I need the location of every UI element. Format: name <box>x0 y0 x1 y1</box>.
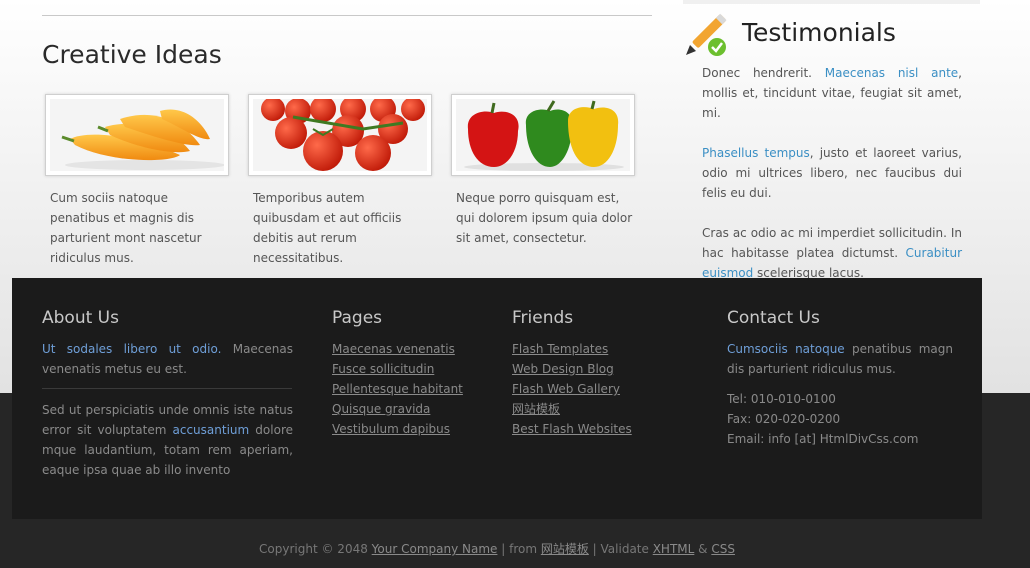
list-item: 网站模板 <box>512 399 632 419</box>
pencil-check-icon <box>686 13 727 56</box>
list-item: Best Flash Websites <box>512 419 632 439</box>
list-item: Web Design Blog <box>512 359 632 379</box>
copyright-bar: Copyright © 2048 Your Company Name | fro… <box>259 542 735 556</box>
list-item: Maecenas venenatis <box>332 339 463 359</box>
friends-link-3[interactable]: Flash Web Gallery <box>512 382 620 396</box>
list-item: Pellentesque habitant <box>332 379 463 399</box>
about-divider <box>42 388 292 389</box>
friends-link-1[interactable]: Flash Templates <box>512 342 608 356</box>
testimonial-link-2[interactable]: Phasellus tempus <box>702 146 810 160</box>
company-name-link[interactable]: Your Company Name <box>372 542 498 556</box>
creative-ideas-title: Creative Ideas <box>42 40 222 69</box>
list-item: Fusce sollicitudin <box>332 359 463 379</box>
pages-link-2[interactable]: Fusce sollicitudin <box>332 362 434 376</box>
testimonial-link-1[interactable]: Maecenas nisl ante <box>825 66 958 80</box>
bell-peppers-photo[interactable] <box>451 94 635 176</box>
list-item: Vestibulum dapibus <box>332 419 463 439</box>
xhtml-link[interactable]: XHTML <box>653 542 695 556</box>
list-item: Flash Web Gallery <box>512 379 632 399</box>
testimonial-3: Cras ac odio ac mi imperdiet sollicitudi… <box>702 226 962 280</box>
testimonial-2: Phasellus tempus, justo et laoreet variu… <box>702 146 963 200</box>
testimonials-title: Testimonials <box>742 18 896 47</box>
list-item: Quisque gravida <box>332 399 463 419</box>
pages-link-4[interactable]: Quisque gravida <box>332 402 430 416</box>
about-us-title: About Us <box>42 308 119 328</box>
about-us-link[interactable]: Ut sodales libero ut odio. <box>42 342 221 356</box>
top-divider <box>42 15 652 16</box>
contact-details: Tel: 010-010-0100 Fax: 020-020-0200 Emai… <box>727 389 918 449</box>
contact-email: Email: info [at] HtmlDivCss.com <box>727 432 919 446</box>
friends-link-5[interactable]: Best Flash Websites <box>512 422 632 436</box>
css-link[interactable]: CSS <box>711 542 735 556</box>
about-us-text-2: Sed ut perspiciatis unde omnis iste natu… <box>42 403 293 477</box>
pages-title: Pages <box>332 308 383 328</box>
friends-title: Friends <box>512 308 574 328</box>
contact-us-title: Contact Us <box>727 308 820 328</box>
contact-tel: Tel: 010-010-0100 <box>727 392 836 406</box>
creative-caption-3: Neque porro quisquam est, qui dolorem ip… <box>456 191 633 245</box>
about-us-text-1: Ut sodales libero ut odio. Maecenas vene… <box>42 342 293 376</box>
pages-list: Maecenas venenatis Fusce sollicitudin Pe… <box>332 339 463 439</box>
sidebar-top-bar <box>683 0 980 4</box>
accusantium-link[interactable]: accusantium <box>173 423 250 437</box>
friends-link-2[interactable]: Web Design Blog <box>512 362 614 376</box>
pages-link-1[interactable]: Maecenas venenatis <box>332 342 455 356</box>
list-item: Flash Templates <box>512 339 632 359</box>
creative-caption-2: Temporibus autem quibusdam et aut offici… <box>253 191 402 265</box>
orange-peppers-photo[interactable] <box>45 94 229 176</box>
contact-us-text: Cumsociis natoque penatibus magn dis par… <box>727 342 953 376</box>
testimonial-1: Donec hendrerit. Maecenas nisl ante, mol… <box>702 66 962 120</box>
contact-link[interactable]: Cumsociis natoque <box>727 342 845 356</box>
friends-list: Flash Templates Web Design Blog Flash We… <box>512 339 632 439</box>
tomatoes-photo[interactable] <box>248 94 432 176</box>
template-site-link[interactable]: 网站模板 <box>541 542 589 556</box>
creative-caption-1: Cum sociis natoque penatibus et magnis d… <box>50 191 202 265</box>
contact-fax: Fax: 020-020-0200 <box>727 412 841 426</box>
pages-link-5[interactable]: Vestibulum dapibus <box>332 422 450 436</box>
testimonials-text: Donec hendrerit. Maecenas nisl ante, mol… <box>702 63 962 303</box>
pages-link-3[interactable]: Pellentesque habitant <box>332 382 463 396</box>
friends-link-4[interactable]: 网站模板 <box>512 402 560 416</box>
